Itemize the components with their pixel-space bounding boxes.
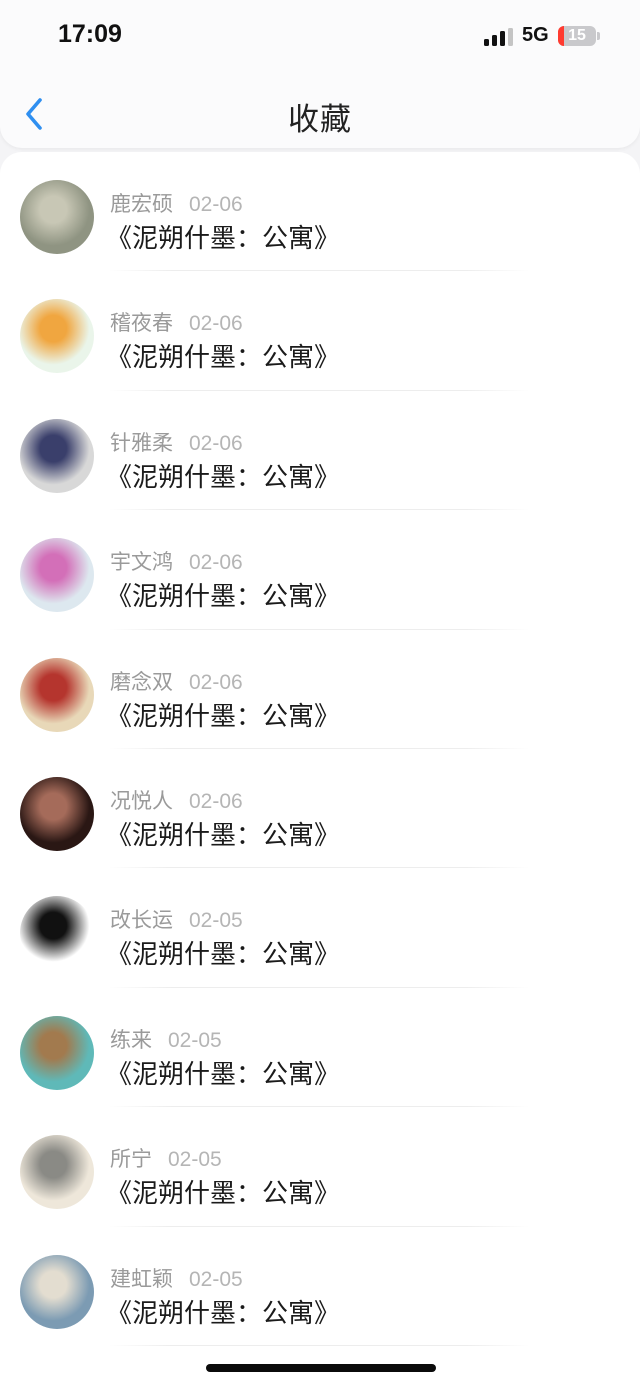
favorite-date: 02-06 bbox=[189, 551, 243, 575]
user-name: 鹿宏硕 bbox=[110, 192, 173, 216]
avatar[interactable] bbox=[20, 1015, 94, 1090]
list-item[interactable]: 所宁 02-05 《泥朔什墨：公寓》 bbox=[0, 1107, 640, 1227]
favorite-date: 02-06 bbox=[189, 312, 243, 336]
favorite-title[interactable]: 《泥朔什墨：公寓》 bbox=[106, 815, 340, 852]
page-title: 收藏 bbox=[288, 102, 352, 138]
list-item[interactable]: 改长运 02-05 《泥朔什墨：公寓》 bbox=[0, 868, 640, 988]
favorite-title[interactable]: 《泥朔什墨：公寓》 bbox=[106, 457, 340, 494]
favorites-list: 鹿宏硕 02-06 《泥朔什墨：公寓》 稽夜春 02-06 《泥朔什墨：公寓》 针雅柔 02-… bbox=[0, 152, 640, 1385]
list-item-meta: 改长运 02-05 bbox=[110, 904, 243, 934]
list-item-meta: 磨念双 02-06 bbox=[110, 666, 243, 696]
favorite-date: 02-06 bbox=[189, 790, 243, 813]
list-item-meta: 稽夜春 02-06 bbox=[110, 307, 243, 337]
network-type: 5G bbox=[522, 24, 549, 46]
favorite-date: 02-05 bbox=[168, 1028, 222, 1052]
battery-tip bbox=[597, 32, 600, 40]
list-item-meta: 练来 02-05 bbox=[110, 1024, 222, 1054]
list-item-meta: 所宁 02-05 bbox=[110, 1143, 222, 1173]
favorite-title[interactable]: 《泥朔什墨：公寓》 bbox=[106, 337, 340, 374]
favorite-date: 02-05 bbox=[189, 1267, 243, 1291]
favorite-title[interactable]: 《泥朔什墨：公寓》 bbox=[106, 576, 340, 613]
list-item[interactable]: 磨念双 02-06 《泥朔什墨：公寓》 bbox=[0, 630, 640, 749]
battery-icon: 15 bbox=[558, 26, 596, 46]
user-name: 建虹颖 bbox=[110, 1266, 173, 1291]
favorite-title[interactable]: 《泥朔什墨：公寓》 bbox=[106, 1054, 340, 1091]
avatar[interactable] bbox=[20, 777, 94, 851]
avatar[interactable] bbox=[20, 657, 94, 732]
user-name: 磨念双 bbox=[110, 669, 173, 694]
list-item[interactable]: 稽夜春 02-06 《泥朔什墨：公寓》 bbox=[0, 271, 640, 391]
favorite-title[interactable]: 《泥朔什墨：公寓》 bbox=[106, 1173, 340, 1210]
list-item[interactable]: 宇文鸿 02-06 《泥朔什墨：公寓》 bbox=[0, 510, 640, 630]
favorite-date: 02-06 bbox=[189, 431, 243, 455]
home-indicator[interactable] bbox=[206, 1364, 436, 1372]
favorite-title[interactable]: 《泥朔什墨：公寓》 bbox=[106, 218, 340, 255]
favorite-date: 02-06 bbox=[189, 670, 243, 694]
favorite-date: 02-05 bbox=[168, 1148, 222, 1172]
cellular-signal-icon bbox=[484, 28, 513, 46]
avatar[interactable] bbox=[20, 299, 94, 374]
list-item-meta: 宇文鸿 02-06 bbox=[110, 546, 243, 576]
avatar[interactable] bbox=[20, 180, 94, 254]
avatar[interactable] bbox=[20, 538, 94, 613]
user-name: 练来 bbox=[110, 1027, 152, 1052]
avatar[interactable] bbox=[20, 418, 94, 493]
list-item[interactable]: 况悦人 02-06 《泥朔什墨：公寓》 bbox=[0, 749, 640, 869]
user-name: 所宁 bbox=[110, 1147, 152, 1172]
favorite-title[interactable]: 《泥朔什墨：公寓》 bbox=[106, 1293, 340, 1330]
list-item-meta: 鹿宏硕 02-06 bbox=[110, 188, 243, 218]
user-name: 稽夜春 bbox=[110, 311, 173, 336]
list-item-meta: 况悦人 02-06 bbox=[110, 785, 243, 815]
user-name: 改长运 bbox=[110, 908, 173, 933]
list-item[interactable]: 鹿宏硕 02-06 《泥朔什墨：公寓》 bbox=[0, 152, 640, 272]
user-name: 宇文鸿 bbox=[110, 550, 173, 575]
list-item[interactable]: 针雅柔 02-06 《泥朔什墨：公寓》 bbox=[0, 391, 640, 511]
avatar[interactable] bbox=[20, 1135, 94, 1210]
avatar[interactable] bbox=[20, 896, 94, 971]
user-name: 针雅柔 bbox=[110, 430, 173, 455]
avatar[interactable] bbox=[20, 1254, 94, 1329]
battery-percent: 15 bbox=[568, 27, 586, 44]
favorite-date: 02-05 bbox=[189, 909, 243, 933]
favorite-title[interactable]: 《泥朔什墨：公寓》 bbox=[106, 696, 340, 733]
list-item-meta: 建虹颖 02-05 bbox=[110, 1263, 243, 1293]
row-divider bbox=[108, 1344, 530, 1346]
favorite-date: 02-06 bbox=[189, 193, 243, 216]
user-name: 况悦人 bbox=[110, 789, 173, 813]
favorite-title[interactable]: 《泥朔什墨：公寓》 bbox=[106, 934, 340, 971]
status-time: 17:09 bbox=[58, 20, 122, 48]
list-item[interactable]: 练来 02-05 《泥朔什墨：公寓》 bbox=[0, 988, 640, 1108]
list-item-meta: 针雅柔 02-06 bbox=[110, 427, 243, 457]
navigation-header: 17:09 5G 15 收藏 bbox=[0, 0, 640, 148]
list-item[interactable]: 建虹颖 02-05 《泥朔什墨：公寓》 bbox=[0, 1227, 640, 1346]
